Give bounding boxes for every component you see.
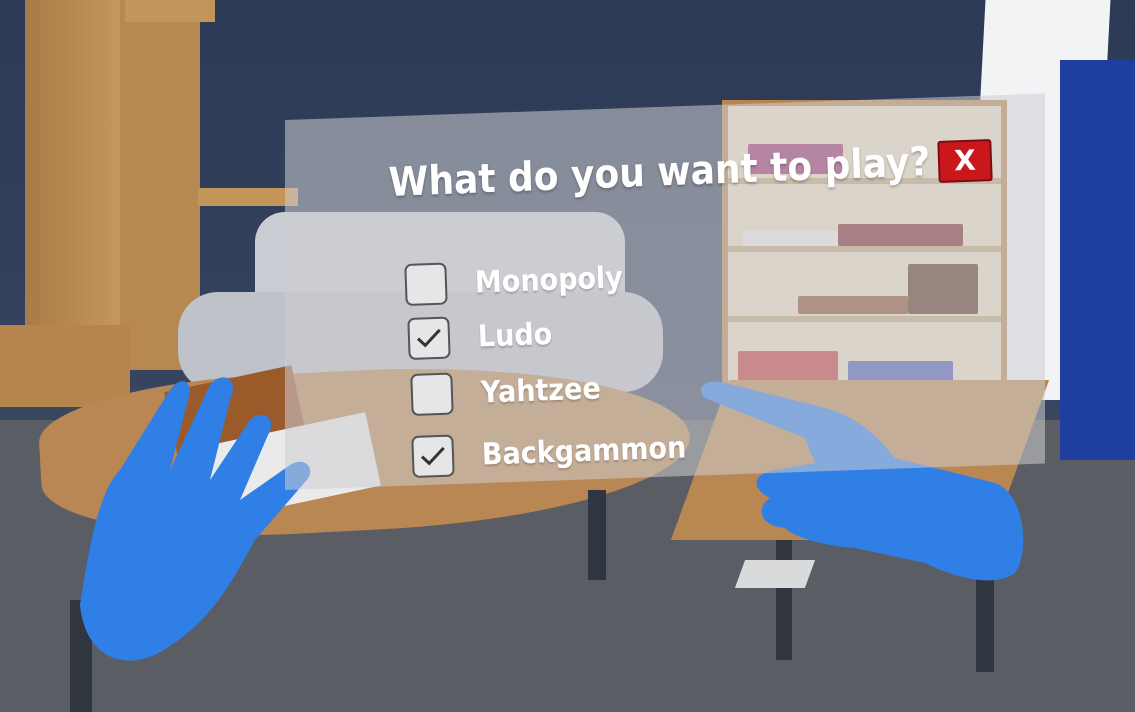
wooden-rail: [198, 188, 298, 206]
option-label: Backgammon: [481, 429, 687, 473]
ludo-checkbox[interactable]: [407, 316, 451, 360]
option-yahtzee[interactable]: Yahtzee: [410, 367, 614, 416]
wooden-beam-top: [125, 0, 215, 22]
monopoly-checkbox[interactable]: [404, 262, 448, 306]
blue-wall: [1060, 60, 1135, 460]
backgammon-checkbox[interactable]: [411, 434, 455, 478]
option-label: Monopoly: [474, 259, 624, 301]
option-monopoly[interactable]: Monopoly: [404, 256, 640, 306]
check-icon: [416, 328, 441, 348]
close-icon: X: [953, 143, 977, 178]
table-leg: [588, 490, 606, 580]
check-icon: [420, 446, 445, 466]
option-ludo[interactable]: Ludo: [407, 313, 561, 360]
option-label: Ludo: [477, 316, 553, 355]
close-button[interactable]: X: [937, 139, 993, 183]
yahtzee-checkbox[interactable]: [410, 372, 454, 416]
wooden-beam: [25, 0, 130, 380]
option-label: Yahtzee: [480, 370, 602, 411]
